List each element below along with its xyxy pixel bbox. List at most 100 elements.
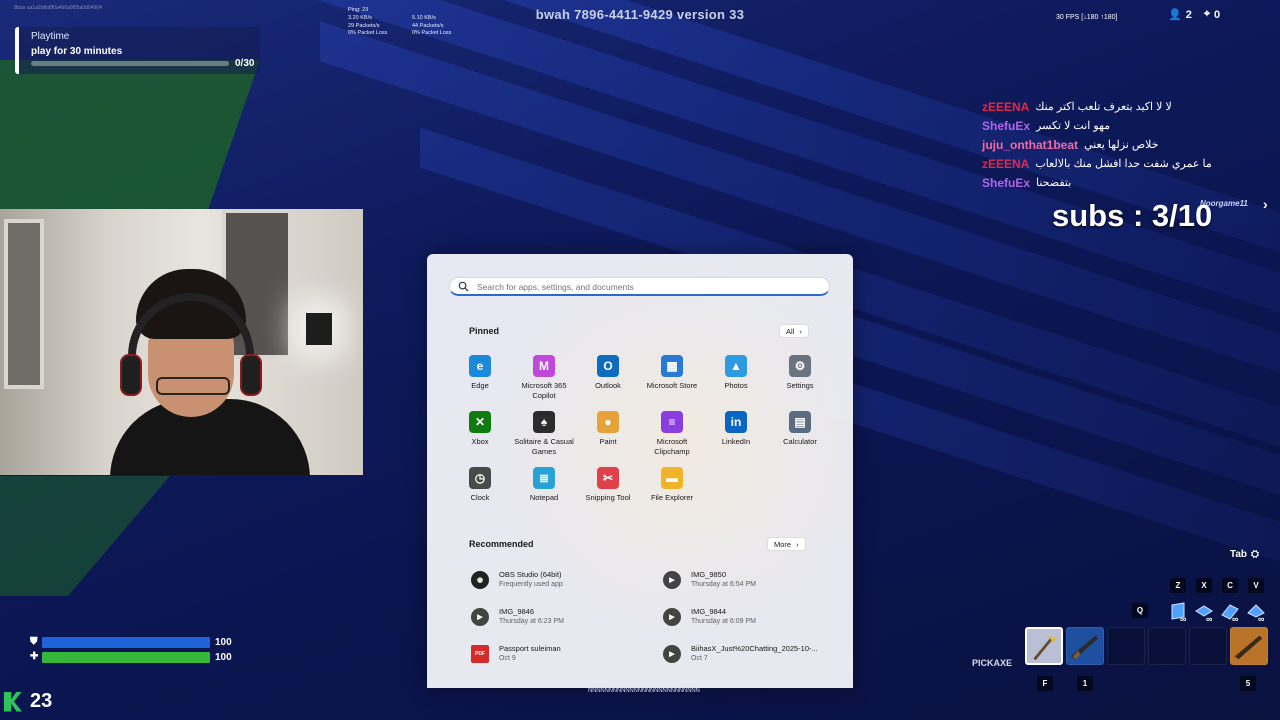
recommended-item[interactable]: ▶ IMG_9844 Thursday at 6:09 PM: [663, 605, 843, 631]
quest-progress-text: 0/30: [235, 58, 255, 69]
edit-key-q: Q: [1132, 603, 1148, 618]
pinned-app-label: File Explorer: [650, 493, 694, 502]
chat-username: zEEENA: [982, 156, 1030, 171]
pinned-app-label: Xbox: [471, 437, 489, 446]
pinned-app[interactable]: ✕ Xbox: [448, 411, 512, 447]
video-file-icon: ▶: [663, 608, 681, 626]
stream-chat: zEEENA لا لا اكيد بتعرف تلعب اكتر منك She…: [982, 97, 1222, 192]
materials-count: 23: [30, 690, 53, 712]
pinned-app[interactable]: in LinkedIn: [704, 411, 768, 447]
infinite-ammo-text: ∞: [1258, 614, 1265, 624]
recommended-subtitle: Oct 7: [691, 655, 708, 662]
store-icon: ▦: [661, 355, 683, 377]
copilot-icon: M: [533, 355, 555, 377]
search-icon: [458, 281, 469, 292]
search-input[interactable]: [477, 280, 817, 294]
chat-text: لا لا اكيد بتعرف تلعب اكتر منك: [1035, 101, 1172, 113]
all-apps-button[interactable]: All ›: [779, 324, 809, 338]
pinned-app[interactable]: e Edge: [448, 355, 512, 391]
start-search-box[interactable]: [449, 277, 830, 296]
more-button[interactable]: More ›: [767, 537, 806, 551]
recommended-subtitle: Thursday at 6:54 PM: [691, 581, 756, 588]
pinned-app-label: Notepad: [529, 493, 559, 502]
recommended-item[interactable]: PDF Passport suleiman Oct 9: [471, 642, 651, 668]
outlook-icon: O: [597, 355, 619, 377]
pinned-app[interactable]: ▦ Microsoft Store: [640, 355, 704, 391]
players-icon: 👤: [1168, 9, 1182, 21]
pinned-app[interactable]: ▲ Photos: [704, 355, 768, 391]
pinned-app[interactable]: O Outlook: [576, 355, 640, 391]
down-rate: 3.20 KB/s: [348, 15, 372, 21]
quest-task: play for 30 minutes: [31, 46, 123, 57]
pickaxe-label: PICKAXE: [972, 658, 1013, 668]
up-loss: 0% Packet Loss: [412, 30, 452, 36]
build-key-z: Z: [1170, 578, 1186, 593]
recommended-name: IMG_9850: [691, 570, 727, 579]
obs-icon: ◉: [471, 571, 489, 589]
chat-message: ShefuEx مهو انت لا تكسر: [982, 116, 1222, 135]
chevron-right-icon: ›: [1263, 196, 1268, 212]
pinned-app-label: Settings: [786, 381, 814, 390]
infinite-ammo-text: ∞: [1232, 614, 1239, 624]
pinned-app[interactable]: ▤ Calculator: [768, 411, 832, 447]
clock-icon: ◷: [469, 467, 491, 489]
pinned-app[interactable]: ◷ Clock: [448, 467, 512, 503]
chat-message: zEEENA ما عمري شفت حدا افشل منك بالالعاب: [982, 154, 1222, 173]
hotbar-slot-4[interactable]: [1189, 627, 1227, 665]
net-stats: Ping: 23 3.20 KB/s 29 Packets/s 0% Packe…: [348, 7, 451, 36]
pinned-app[interactable]: ✂ Snipping Tool: [576, 467, 640, 503]
pinned-app[interactable]: ≣ Notepad: [512, 467, 576, 503]
recommended-item[interactable]: ◉ OBS Studio (64bit) Frequently used app: [471, 568, 651, 594]
recommended-name: IMG_9844: [691, 607, 727, 616]
recommended-name: BiihasX_Just%20Chatting_2025-10-...: [691, 644, 818, 653]
chat-username: juju_onthat1beat: [982, 137, 1079, 152]
pinned-app-label: Microsoft Clipchamp: [654, 437, 690, 456]
hotbar-slot-2[interactable]: [1107, 627, 1145, 665]
shield-icon: ⛊: [30, 636, 38, 647]
recommended-item[interactable]: ▶ IMG_9846 Thursday at 6:23 PM: [471, 605, 651, 631]
quest-tracker: Playtime play for 30 minutes 0/30: [15, 27, 260, 74]
ring-light: [306, 313, 332, 345]
health-bar: [42, 652, 210, 663]
pinned-app[interactable]: M Microsoft 365 Copilot: [512, 355, 576, 401]
recommended-item[interactable]: ▶ BiihasX_Just%20Chatting_2025-10-... Oct …: [663, 642, 843, 668]
hotbar-slot-pickaxe[interactable]: [1025, 627, 1063, 665]
slot-key-5: 5: [1240, 676, 1256, 691]
backpack-icon: ⛭: [1251, 549, 1260, 560]
pickaxe-icon: [1033, 634, 1058, 661]
all-apps-label: All: [786, 326, 795, 336]
recommended-name: Passport suleiman: [499, 644, 561, 653]
chat-text: ما عمري شفت حدا افشل منك بالالعاب: [1035, 158, 1212, 170]
shield-bar: [42, 637, 210, 648]
hotbar-slot-5[interactable]: [1230, 627, 1268, 665]
recommended-item[interactable]: ▶ IMG_9850 Thursday at 6:54 PM: [663, 568, 843, 594]
pdf-icon: PDF: [471, 645, 489, 663]
recommended-title: Recommended: [469, 539, 534, 549]
pinned-app-label: Photos: [724, 381, 748, 390]
taskbar-hint: NNNNNNNNNNNNNNNNNNNNNNNNNNN: [588, 688, 700, 694]
materials-icon: [4, 691, 22, 712]
pinned-app[interactable]: ● Paint: [576, 411, 640, 447]
pinned-app[interactable]: ♠ Solitaire & Casual Games: [512, 411, 576, 457]
recommended-subtitle: Thursday at 6:23 PM: [499, 618, 564, 625]
pinned-app[interactable]: ⚙ Settings: [768, 355, 832, 391]
hotbar-slot-3[interactable]: [1148, 627, 1186, 665]
xbox-icon: ✕: [469, 411, 491, 433]
edge-icon: e: [469, 355, 491, 377]
chat-text: مهو انت لا تكسر: [1036, 120, 1111, 132]
build-key-x: X: [1196, 578, 1212, 593]
tab-label: Tab: [1230, 549, 1248, 560]
pinned-app-label: Snipping Tool: [585, 493, 631, 502]
pinned-app[interactable]: ▬ File Explorer: [640, 467, 704, 503]
pinned-title: Pinned: [469, 326, 500, 336]
down-loss: 0% Packet Loss: [348, 30, 388, 36]
shotgun-icon: [1070, 635, 1099, 660]
pinned-app[interactable]: ≡ Microsoft Clipchamp: [640, 411, 704, 457]
hotbar-slot-1[interactable]: [1066, 627, 1104, 665]
build-key-v: V: [1248, 578, 1264, 593]
chat-username: ShefuEx: [982, 175, 1031, 190]
tab-inventory[interactable]: Tab ⛭: [1230, 549, 1259, 560]
player-stats: 👤 2 ⌖ 0: [1168, 8, 1220, 21]
recommended-name: OBS Studio (64bit): [499, 570, 562, 579]
start-menu: Pinned All › e Edge M Microsoft 365 Copilot O…: [427, 254, 853, 688]
